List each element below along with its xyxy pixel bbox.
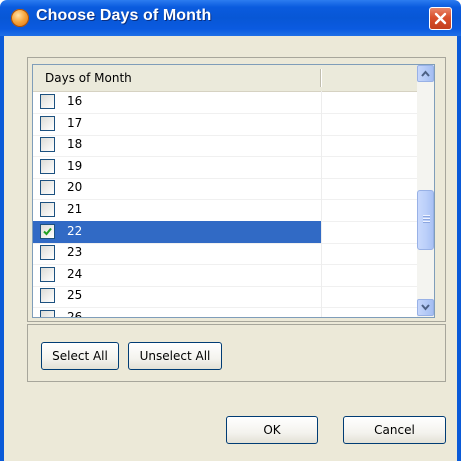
column-divider <box>321 264 322 286</box>
close-icon <box>434 12 447 25</box>
day-label: 24 <box>67 267 83 281</box>
vertical-scrollbar[interactable] <box>417 64 435 318</box>
day-cell[interactable]: 16 <box>33 91 321 113</box>
scroll-down-button[interactable] <box>417 299 434 316</box>
column-divider <box>321 242 322 264</box>
column-divider <box>321 199 322 221</box>
day-checkbox[interactable] <box>40 310 55 317</box>
column-divider <box>321 177 322 199</box>
table-row[interactable]: 26 <box>33 307 418 318</box>
day-label: 16 <box>67 94 83 108</box>
day-label: 25 <box>67 288 83 302</box>
day-checkbox[interactable] <box>40 94 55 109</box>
day-label: 20 <box>67 180 83 194</box>
day-cell[interactable]: 21 <box>33 199 321 221</box>
column-divider <box>321 307 322 317</box>
table-row[interactable]: 21 <box>33 199 418 222</box>
choose-days-dialog: Choose Days of Month Days of Month 16 17 1… <box>0 0 461 461</box>
day-checkbox[interactable] <box>40 224 55 239</box>
chevron-down-icon <box>421 304 430 311</box>
checkmark-icon <box>43 227 52 236</box>
day-checkbox[interactable] <box>40 116 55 131</box>
day-label: 23 <box>67 245 83 259</box>
table-row[interactable]: 23 <box>33 242 418 265</box>
column-divider <box>321 285 322 307</box>
table-row[interactable]: 16 <box>33 91 418 114</box>
day-label: 22 <box>67 224 83 238</box>
day-label: 21 <box>67 202 83 216</box>
scroll-thumb[interactable] <box>417 190 434 250</box>
day-cell[interactable]: 17 <box>33 113 321 135</box>
days-table[interactable]: Days of Month 16 17 18 19 20 21 22 23 24 25 26 <box>32 64 419 318</box>
column-divider <box>321 221 322 243</box>
table-row[interactable]: 17 <box>33 113 418 136</box>
thumb-grip-line <box>423 222 430 223</box>
table-row[interactable]: 18 <box>33 134 418 157</box>
day-cell[interactable]: 26 <box>33 307 321 318</box>
cancel-label: Cancel <box>374 423 415 437</box>
column-header-days[interactable]: Days of Month <box>45 71 132 85</box>
day-cell[interactable]: 19 <box>33 156 321 178</box>
table-row[interactable]: 25 <box>33 285 418 308</box>
ok-button[interactable]: OK <box>226 416 318 444</box>
scroll-up-button[interactable] <box>417 65 434 82</box>
column-divider <box>321 113 322 135</box>
day-checkbox[interactable] <box>40 159 55 174</box>
day-label: 26 <box>67 310 83 318</box>
title-bar[interactable]: Choose Days of Month <box>0 0 461 36</box>
day-checkbox[interactable] <box>40 137 55 152</box>
day-cell[interactable]: 22 <box>33 221 321 243</box>
day-cell[interactable]: 23 <box>33 242 321 264</box>
column-divider <box>321 134 322 156</box>
day-checkbox[interactable] <box>40 267 55 282</box>
column-divider <box>321 91 322 113</box>
day-checkbox[interactable] <box>40 245 55 260</box>
table-row[interactable]: 24 <box>33 264 418 287</box>
table-row[interactable]: 20 <box>33 177 418 200</box>
day-cell[interactable]: 18 <box>33 134 321 156</box>
ok-label: OK <box>263 423 281 437</box>
chevron-up-icon <box>421 70 430 77</box>
table-row[interactable]: 19 <box>33 156 418 179</box>
dialog-title: Choose Days of Month <box>36 7 212 24</box>
thumb-grip-line <box>423 216 430 217</box>
thumb-grip-line <box>423 219 430 220</box>
day-cell[interactable]: 25 <box>33 285 321 307</box>
table-header: Days of Month <box>33 65 418 92</box>
select-all-label: Select All <box>52 349 108 363</box>
table-row[interactable]: 22 <box>33 221 418 244</box>
day-label: 19 <box>67 159 83 173</box>
day-checkbox[interactable] <box>40 288 55 303</box>
app-icon <box>11 9 29 27</box>
select-all-button[interactable]: Select All <box>41 342 119 370</box>
window-frame-right <box>457 36 461 461</box>
day-checkbox[interactable] <box>40 180 55 195</box>
table-body: 16 17 18 19 20 21 22 23 24 25 26 <box>33 91 418 317</box>
unselect-all-label: Unselect All <box>139 349 211 363</box>
day-cell[interactable]: 20 <box>33 177 321 199</box>
column-separator-highlight <box>321 69 322 87</box>
cancel-button[interactable]: Cancel <box>343 416 446 444</box>
unselect-all-button[interactable]: Unselect All <box>128 342 222 370</box>
day-label: 18 <box>67 137 83 151</box>
column-divider <box>321 156 322 178</box>
day-cell[interactable]: 24 <box>33 264 321 286</box>
close-button[interactable] <box>429 7 452 30</box>
day-label: 17 <box>67 116 83 130</box>
day-checkbox[interactable] <box>40 202 55 217</box>
